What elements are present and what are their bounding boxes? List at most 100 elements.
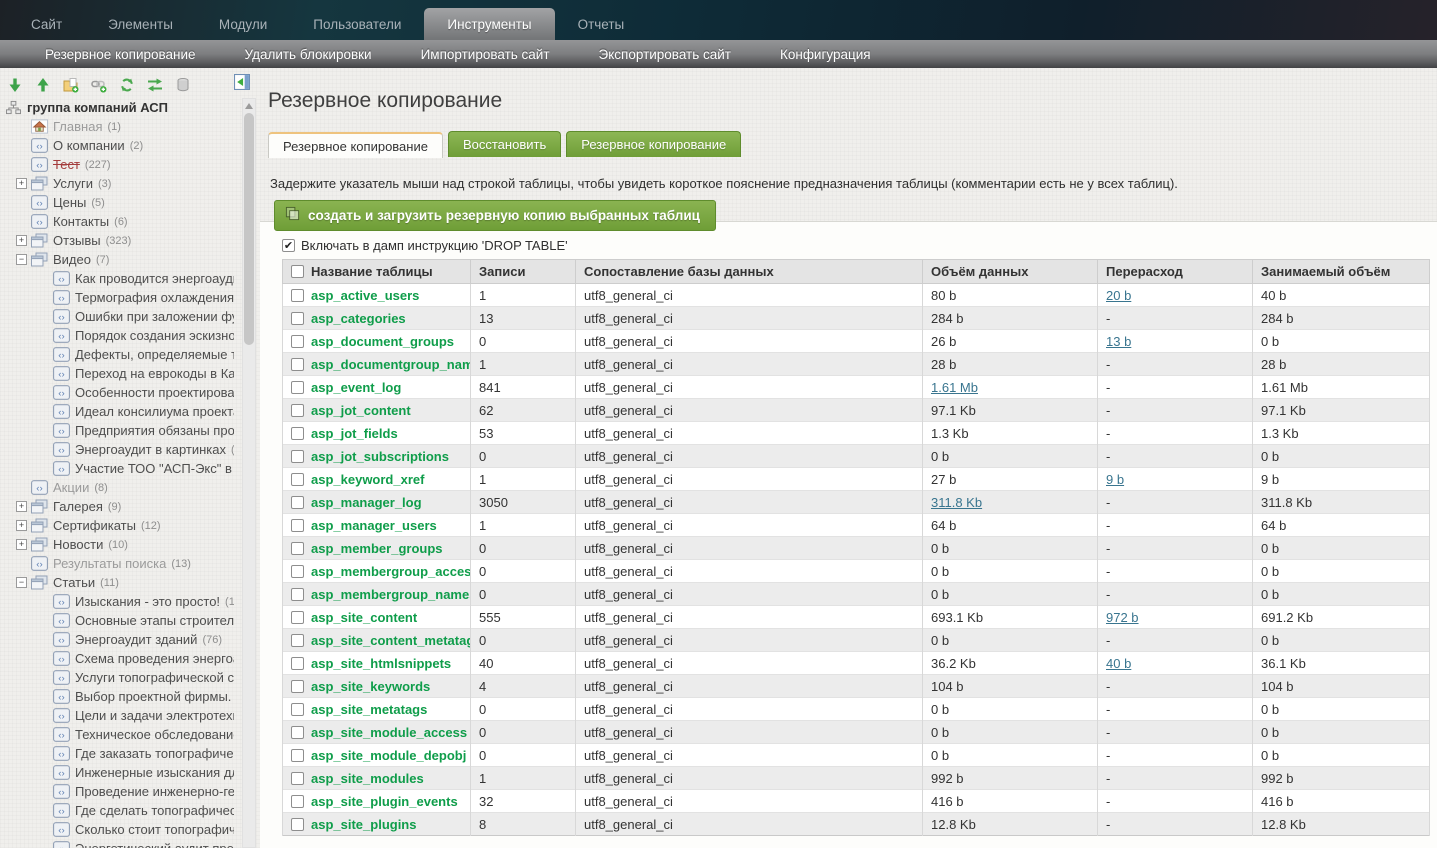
- tree-item-label[interactable]: Ошибки при заложении фунда: [75, 309, 234, 324]
- tree-item[interactable]: Главная (1): [0, 117, 234, 136]
- tree-item[interactable]: ‹› О компании (2): [0, 136, 234, 155]
- table-row[interactable]: asp_site_plugins 8 utf8_general_ci 12.8 Kb -…: [282, 812, 1430, 836]
- table-row[interactable]: asp_site_keywords 4 utf8_general_ci 104 b-1…: [282, 674, 1430, 698]
- menubar-item-backup[interactable]: Резервное копирование: [45, 47, 196, 62]
- menubar-item-import-site[interactable]: Импортировать сайт: [421, 47, 550, 62]
- row-checkbox[interactable]: [291, 449, 304, 463]
- scroll-up-arrow-icon[interactable]: [245, 103, 253, 109]
- table-row[interactable]: asp_membergroup_names 0 utf8_general_ci 0 b…: [282, 582, 1430, 606]
- tree-item[interactable]: ‹› Где заказать топографическую: [0, 744, 234, 763]
- tree-scrollbar-thumb[interactable]: [244, 113, 254, 345]
- tree-item[interactable]: + Услуги (3): [0, 174, 234, 193]
- table-row[interactable]: asp_categories 13 utf8_general_ci 284 b -284…: [282, 306, 1430, 330]
- row-checkbox[interactable]: [291, 794, 304, 808]
- row-checkbox[interactable]: [291, 748, 304, 762]
- table-name-link[interactable]: asp_document_groups: [311, 334, 454, 349]
- tree-item[interactable]: ‹› Акции (8): [0, 478, 234, 497]
- expand-toggle-icon[interactable]: +: [16, 520, 27, 531]
- row-checkbox[interactable]: [291, 495, 304, 509]
- tree-item-label[interactable]: Предприятия обязаны пройти э: [75, 423, 234, 438]
- expand-toggle-icon[interactable]: +: [16, 539, 27, 550]
- overhead-link[interactable]: 20 b: [1106, 288, 1131, 303]
- row-checkbox[interactable]: [291, 472, 304, 486]
- table-name-link[interactable]: asp_manager_log: [311, 495, 422, 510]
- topnav-item-users[interactable]: Пользователи: [290, 8, 424, 40]
- topnav-item-site[interactable]: Сайт: [8, 8, 85, 40]
- tree-item[interactable]: ‹› Энергоаудит зданий (76): [0, 630, 234, 649]
- menubar-item-remove-locks[interactable]: Удалить блокировки: [245, 47, 372, 62]
- tree-item-label[interactable]: Услуги топографической съемк: [75, 670, 234, 685]
- tree-item[interactable]: ‹› Особенности проектирования,: [0, 383, 234, 402]
- table-name-link[interactable]: asp_site_plugins: [311, 817, 416, 832]
- tree-item[interactable]: ‹› Инженерные изыскания для ст: [0, 763, 234, 782]
- tree-item[interactable]: ‹› Сколько стоит топографическа: [0, 820, 234, 839]
- table-row[interactable]: asp_member_groups 0 utf8_general_ci 0 b-0 b: [282, 536, 1430, 560]
- table-name-link[interactable]: asp_site_keywords: [311, 679, 430, 694]
- row-checkbox[interactable]: [291, 817, 304, 831]
- table-row[interactable]: asp_event_log 841 utf8_general_ci 1.61 Mb -1…: [282, 375, 1430, 399]
- table-name-link[interactable]: asp_membergroup_names: [311, 587, 470, 602]
- tree-item[interactable]: + Галерея (9): [0, 497, 234, 516]
- tree-item[interactable]: + Сертификаты (12): [0, 516, 234, 535]
- table-name-link[interactable]: asp_membergroup_access: [311, 564, 470, 579]
- table-row[interactable]: asp_jot_subscriptions 0 utf8_general_ci 0 b…: [282, 444, 1430, 468]
- row-checkbox[interactable]: [291, 380, 304, 394]
- tree-item[interactable]: группа компаний АСП: [0, 98, 234, 117]
- tree-item-label[interactable]: Изыскания - это просто!: [75, 594, 220, 609]
- collapse-toggle-icon[interactable]: −: [16, 577, 27, 588]
- tree-item[interactable]: ‹› Термография охлаждения бата: [0, 288, 234, 307]
- table-name-link[interactable]: asp_jot_subscriptions: [311, 449, 449, 464]
- tree-item[interactable]: + Отзывы (323): [0, 231, 234, 250]
- row-checkbox[interactable]: [291, 311, 304, 325]
- tree-item-label[interactable]: Акции: [53, 480, 89, 495]
- tree-item-label[interactable]: О компании: [53, 138, 125, 153]
- tree-item-label[interactable]: Схема проведения энергоауди: [75, 651, 234, 666]
- tree-item-label[interactable]: Термография охлаждения бата: [75, 290, 234, 305]
- new-weblink-icon[interactable]: [90, 76, 107, 93]
- table-row[interactable]: asp_site_metatags 0 utf8_general_ci 0 b-0 b: [282, 697, 1430, 721]
- row-checkbox[interactable]: [291, 334, 304, 348]
- tree-item-label[interactable]: Новости: [53, 537, 103, 552]
- table-row[interactable]: asp_site_module_access 0 utf8_general_ci 0 …: [282, 720, 1430, 744]
- table-name-link[interactable]: asp_site_content: [311, 610, 417, 625]
- table-name-link[interactable]: asp_site_modules: [311, 771, 424, 786]
- tab-1-active[interactable]: Резервное копирование: [268, 132, 443, 158]
- trash-icon[interactable]: [174, 76, 191, 93]
- table-name-link[interactable]: asp_member_groups: [311, 541, 443, 556]
- tree-item-label[interactable]: группа компаний АСП: [27, 100, 168, 115]
- tree-item-label[interactable]: Цены: [53, 195, 86, 210]
- tree-item-label[interactable]: Видео: [53, 252, 91, 267]
- tree-item[interactable]: ‹› Выбор проектной фирмы. Клас: [0, 687, 234, 706]
- table-name-link[interactable]: asp_site_content_metatags: [311, 633, 470, 648]
- tree-item-label[interactable]: Энергоаудит зданий: [75, 632, 197, 647]
- topnav-item-reports[interactable]: Отчеты: [555, 8, 648, 40]
- tree-item-label[interactable]: Выбор проектной фирмы. Клас: [75, 689, 234, 704]
- tree-item-label[interactable]: Цели и задачи электротехниче: [75, 708, 234, 723]
- tree-item-label[interactable]: Контакты: [53, 214, 109, 229]
- table-name-link[interactable]: asp_site_plugin_events: [311, 794, 458, 809]
- table-row[interactable]: asp_site_content_metatags 0 utf8_general_c…: [282, 628, 1430, 652]
- expand-toggle-icon[interactable]: +: [16, 178, 27, 189]
- table-row[interactable]: asp_manager_users 1 utf8_general_ci 64 b -64…: [282, 513, 1430, 537]
- refresh-icon[interactable]: [118, 76, 135, 93]
- row-checkbox[interactable]: [291, 426, 304, 440]
- overhead-link[interactable]: 972 b: [1106, 610, 1139, 625]
- create-backup-button[interactable]: создать и загрузить резервную копию выбр…: [274, 200, 716, 231]
- tree-item[interactable]: ‹› Ошибки при заложении фунда: [0, 307, 234, 326]
- tab-3[interactable]: Резервное копирование: [566, 131, 742, 157]
- tree-item-label[interactable]: Инженерные изыскания для ст: [75, 765, 234, 780]
- tree-item[interactable]: ‹› Основные этапы строительств: [0, 611, 234, 630]
- tree-item[interactable]: ‹› Изыскания - это просто! (16): [0, 592, 234, 611]
- table-row[interactable]: asp_jot_fields 53 utf8_general_ci 1.3 Kb -1.…: [282, 421, 1430, 445]
- tree-scrollbar[interactable]: [242, 98, 256, 848]
- sort-tree-icon[interactable]: [146, 76, 163, 93]
- tree-item[interactable]: ‹› Цены (5): [0, 193, 234, 212]
- tree-item-label[interactable]: Статьи: [53, 575, 95, 590]
- tree-item[interactable]: ‹› Энергетический аудит предпри: [0, 839, 234, 848]
- table-row[interactable]: asp_keyword_xref 1 utf8_general_ci 27 b 9 b 9…: [282, 467, 1430, 491]
- row-checkbox[interactable]: [291, 518, 304, 532]
- data-size-link[interactable]: 1.61 Mb: [931, 380, 978, 395]
- table-row[interactable]: asp_site_content 555 utf8_general_ci 693.1 …: [282, 605, 1430, 629]
- row-checkbox[interactable]: [291, 541, 304, 555]
- row-checkbox[interactable]: [291, 702, 304, 716]
